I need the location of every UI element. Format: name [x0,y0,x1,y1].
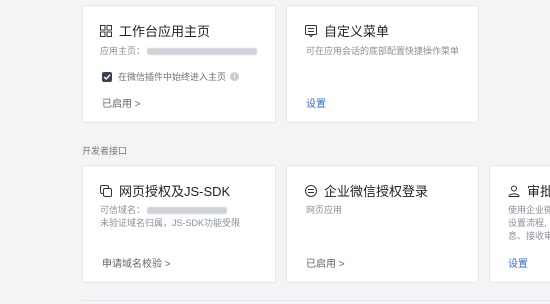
wecom-login-desc: 网页应用 [306,205,343,215]
link-icon [100,184,112,197]
home-url: 应用主页： [100,44,258,57]
always-home-label: 在微信插件中始终进入主页 [118,72,227,82]
wecom-login-card: 企业微信授权登录 网页应用 已启用 > [286,165,479,283]
trusted-domain-label: 可信域名： [100,205,146,215]
custom-menu-desc: 可在应用会话的底部配置快捷操作菜单 [306,46,460,56]
web-auth-card: 网页授权及JS-SDK 可信域名： 未验证域名归属，JS-SDK功能受限 申请域… [82,165,276,283]
always-home-checkbox[interactable] [102,71,112,82]
custom-menu-title-text: 自定义菜单 [324,24,390,39]
menu-icon [305,24,317,37]
info-icon[interactable]: i [230,72,240,81]
home-url-value [147,48,258,56]
approval-title: 审批 [508,181,550,200]
domain-unverified-note: 未验证域名归属，JS-SDK功能受限 [100,218,241,228]
grid-icon [100,24,112,37]
web-auth-title: 网页授权及JS-SDK [100,181,230,200]
approval-settings-link[interactable]: 设置 [508,255,528,270]
trusted-domain: 可信域名： [100,203,228,216]
workbench-card: 工作台应用主页 应用主页： 在微信插件中始终进入主页 i 已启用 > [82,5,276,123]
apply-domain-verify-link[interactable]: 申请域名校验 > [102,255,171,270]
approval-desc-line2: 设置流程, [508,218,547,228]
always-home-checkbox-row[interactable]: 在微信插件中始终进入主页 i [102,70,240,83]
custom-menu-title: 自定义菜单 [305,21,389,40]
bottom-divider [82,300,550,301]
home-url-label: 应用主页： [100,46,146,56]
workbench-status-link[interactable]: 已启用 > [102,95,141,110]
person-icon [508,185,520,197]
workbench-title-text: 工作台应用主页 [119,24,211,39]
custom-menu-card: 自定义菜单 可在应用会话的底部配置快捷操作菜单 设置 [286,5,479,123]
wecom-login-title-text: 企业微信授权登录 [324,184,429,199]
workbench-title: 工作台应用主页 [100,21,210,40]
approval-card: 审批 使用企业微 设置流程, 息、接收审 设置 [489,165,550,283]
custom-menu-settings-link[interactable]: 设置 [306,95,326,110]
approval-desc-line3: 息、接收审 [508,231,550,241]
web-auth-title-text: 网页授权及JS-SDK [119,184,231,199]
wecom-login-title: 企业微信授权登录 [305,181,428,200]
developer-api-section-label: 开发者接口 [82,146,128,156]
trusted-domain-value [147,207,228,215]
swap-icon [305,184,317,197]
approval-desc-line1: 使用企业微 [508,205,550,215]
wecom-login-status-link[interactable]: 已启用 > [306,255,345,270]
check-icon [103,73,111,80]
approval-title-text: 审批 [527,184,550,199]
